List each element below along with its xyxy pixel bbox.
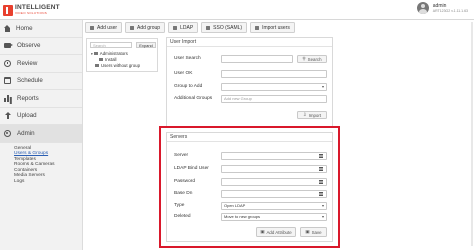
- additional-groups-input[interactable]: Add new Group: [221, 95, 327, 103]
- scrollbar[interactable]: [471, 22, 473, 246]
- sidebar-item-label: Admin: [17, 129, 35, 137]
- home-icon: [4, 25, 10, 32]
- bar-chart-icon: [4, 95, 11, 102]
- import-icon: ⇩: [302, 112, 307, 117]
- user-import-title: User Import: [167, 38, 332, 47]
- import-users-label: Import users: [262, 24, 290, 31]
- folder-icon: [99, 57, 103, 62]
- sso-button[interactable]: SSO (SAML): [201, 22, 248, 33]
- sso-icon: [206, 25, 211, 30]
- sidebar-item-admin[interactable]: Admin: [0, 125, 82, 143]
- subnav-logs[interactable]: Logs: [14, 179, 82, 185]
- gear-icon: [4, 129, 11, 137]
- tree-item-install[interactable]: Install: [99, 57, 116, 62]
- user-version: ART123G2 v.1.11.1.63: [432, 8, 468, 13]
- upload-icon: [4, 112, 11, 120]
- tree-item-label: Install: [105, 57, 117, 62]
- user-ok-label: User OK: [174, 71, 193, 76]
- add-user-icon: [90, 25, 94, 30]
- chevron-down-icon: [322, 86, 324, 88]
- sidebar-item-label: Schedule: [17, 77, 43, 85]
- tree-search-input[interactable]: Search: [90, 42, 132, 48]
- sidebar-item-label: Home: [16, 24, 33, 32]
- highlight-frame: [159, 126, 340, 248]
- user-search-input[interactable]: [221, 55, 293, 63]
- ldap-label: LDAP: [180, 24, 194, 31]
- sso-label: SSO (SAML): [213, 24, 243, 31]
- logo-line2: VIDEO SOLUTIONS: [15, 11, 48, 16]
- expand-button[interactable]: Expand: [136, 42, 156, 48]
- avatar-icon[interactable]: [416, 2, 429, 14]
- group-to-add-select[interactable]: [221, 83, 327, 91]
- group-tree-panel: Search Expand ▾ Administrators Install U…: [86, 38, 158, 72]
- clock-icon: [4, 59, 11, 67]
- group-to-add-label: Group to Add: [174, 84, 203, 89]
- tree-item-label: Administrators: [99, 51, 128, 56]
- search-icon: ⚲: [302, 56, 306, 61]
- admin-subnav: General Users & Groups Templates Rooms &…: [0, 143, 82, 185]
- sidebar-item-upload[interactable]: Upload: [0, 108, 82, 125]
- search-button[interactable]: ⚲ Search: [297, 55, 327, 63]
- sidebar-item-label: Review: [17, 59, 38, 67]
- user-menu[interactable]: admin ART123G2 v.1.11.1.63: [416, 2, 468, 14]
- import-users-button[interactable]: Import users: [250, 22, 295, 33]
- add-user-label: Add user: [97, 24, 118, 31]
- top-bar: INTELLIGENT VIDEO SOLUTIONS admin ART123…: [0, 0, 474, 20]
- users-icon: [95, 63, 99, 68]
- sidebar-item-label: Upload: [17, 112, 37, 120]
- search-button-label: Search: [307, 56, 322, 62]
- camera-icon: [4, 43, 13, 49]
- add-group-button[interactable]: Add group: [125, 22, 166, 33]
- additional-groups-label: Additional Groups: [174, 96, 213, 101]
- folder-icon: [93, 51, 98, 56]
- tree-expand-caret-icon[interactable]: ▾: [91, 52, 93, 56]
- user-search-label: User Search: [174, 56, 201, 61]
- sidebar-item-home[interactable]: Home: [0, 20, 82, 38]
- sidebar: Home Observe Review Schedule Reports Upl…: [0, 20, 83, 250]
- import-button-label: Import: [308, 112, 322, 118]
- sidebar-item-reports[interactable]: Reports: [0, 90, 82, 108]
- sidebar-item-label: Observe: [17, 42, 41, 50]
- add-group-icon: [130, 25, 135, 30]
- import-icon: [255, 25, 260, 30]
- toolbar: Add user Add group LDAP SSO (SAML) Impor…: [85, 22, 298, 34]
- sidebar-item-review[interactable]: Review: [0, 55, 82, 73]
- tree-item-users-without-group[interactable]: Users without group: [95, 63, 140, 68]
- import-button[interactable]: ⇩ Import: [297, 111, 327, 119]
- sidebar-item-observe[interactable]: Observe: [0, 38, 82, 55]
- calendar-icon: [4, 77, 11, 85]
- logo: INTELLIGENT VIDEO SOLUTIONS: [3, 3, 60, 17]
- ldap-button[interactable]: LDAP: [168, 22, 199, 33]
- ldap-icon: [173, 25, 178, 30]
- tree-item-administrators[interactable]: ▾ Administrators: [91, 51, 128, 56]
- user-ok-input[interactable]: [221, 70, 327, 78]
- user-import-panel: User Import User Search ⚲ Search User OK…: [166, 37, 333, 127]
- sidebar-item-schedule[interactable]: Schedule: [0, 73, 82, 90]
- add-user-button[interactable]: Add user: [85, 22, 123, 33]
- tree-item-label: Users without group: [101, 63, 141, 68]
- add-group-label: Add group: [137, 24, 161, 31]
- sidebar-item-label: Reports: [17, 94, 39, 102]
- logo-mark-icon: [3, 4, 13, 16]
